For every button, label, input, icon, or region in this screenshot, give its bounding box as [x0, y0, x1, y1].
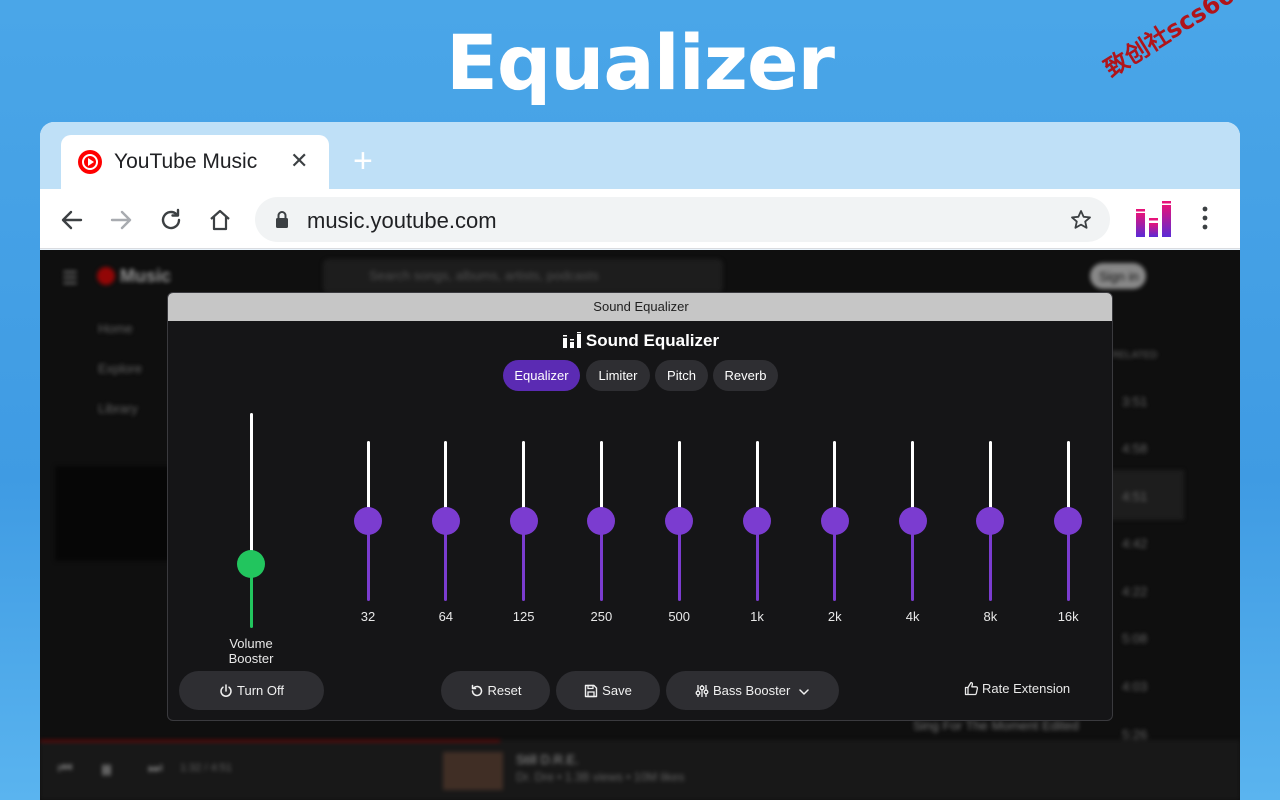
yt-thumbnail — [55, 466, 175, 561]
reset-icon — [471, 684, 482, 697]
yt-search-placeholder: Search songs, albums, artists, podcasts — [369, 268, 599, 283]
band-label: 500 — [668, 609, 691, 624]
tab-close-icon[interactable]: ✕ — [290, 148, 308, 174]
yt-player-bar: ⏮ ⏸ ⏭ 1:32 / 4:51 Still D.R.E. Dr. Dre •… — [40, 740, 1240, 800]
tab-pitch[interactable]: Pitch — [655, 360, 708, 391]
yt-sign-in: Sign in — [1090, 263, 1146, 289]
band-label: 125 — [512, 609, 535, 624]
turn-off-button[interactable]: Turn Off — [179, 671, 324, 710]
rate-extension-link[interactable]: Rate Extension — [964, 681, 1070, 696]
yt-duration: 4:03 — [1122, 679, 1148, 694]
new-tab-button[interactable]: + — [353, 144, 373, 178]
band-label: 1k — [750, 609, 764, 624]
youtube-music-icon — [78, 150, 102, 174]
band-label: 32 — [360, 609, 376, 624]
yt-search-box: Search songs, albums, artists, podcasts — [323, 259, 723, 293]
chevron-down-icon — [799, 689, 809, 695]
equalizer-extension-icon[interactable] — [1134, 201, 1174, 244]
band-thumb[interactable] — [743, 507, 771, 535]
band-thumb[interactable] — [587, 507, 616, 535]
band-label: 4k — [905, 609, 920, 624]
yt-prev-icon: ⏮ — [58, 760, 73, 777]
yt-time: 1:32 / 4:51 — [180, 762, 232, 774]
yt-related-header: RELATED — [1112, 350, 1158, 361]
save-icon — [584, 684, 598, 698]
yt-song-title: Still D.R.E. — [516, 752, 579, 767]
tab-title: YouTube Music — [114, 150, 258, 173]
yt-sidebar-library: Library — [98, 401, 138, 416]
yt-duration: 4:58 — [1122, 441, 1148, 456]
tab-equalizer[interactable]: Equalizer — [503, 360, 580, 391]
youtube-music-page: ☰ Music Search songs, albums, artists, p… — [40, 250, 1240, 800]
yt-sidebar-explore: Explore — [98, 361, 143, 376]
yt-sidebar-home: Home — [98, 321, 133, 336]
browser-menu-icon[interactable] — [1200, 205, 1210, 236]
forward-icon[interactable] — [103, 202, 139, 238]
address-bar[interactable]: music.youtube.com — [255, 197, 1110, 242]
volume-booster-label: Volume Booster — [228, 636, 274, 666]
band-thumb[interactable] — [976, 507, 1005, 535]
band-label: 250 — [590, 609, 613, 624]
yt-song-meta: Dr. Dre • 1.3B views • 10M likes — [516, 770, 685, 784]
band-thumb[interactable] — [509, 507, 538, 535]
yt-progress — [40, 740, 500, 742]
bookmark-star-icon[interactable] — [1069, 208, 1093, 237]
hero-title: Equalizer — [445, 18, 835, 107]
tab-reverb[interactable]: Reverb — [713, 360, 778, 391]
equalizer-window: Sound Equalizer Sound Equalizer Equalize… — [167, 292, 1113, 721]
band-thumb[interactable] — [820, 507, 849, 535]
band-thumb[interactable] — [665, 507, 694, 535]
band-label: 64 — [438, 609, 454, 624]
bass-booster-dropdown[interactable]: Bass Booster — [666, 671, 839, 710]
tab-strip: YouTube Music ✕ + — [40, 122, 1240, 189]
browser-toolbar: music.youtube.com — [40, 189, 1240, 249]
power-icon — [220, 684, 232, 697]
tab-youtube-music[interactable]: YouTube Music ✕ — [61, 135, 329, 189]
yt-duration: 4:51 — [1122, 489, 1148, 504]
equalizer-heading: Sound Equalizer — [168, 331, 1112, 353]
yt-next-icon: ⏭ — [148, 760, 163, 777]
band-thumb[interactable] — [898, 507, 927, 535]
equalizer-logo-icon — [562, 332, 581, 353]
browser-window: YouTube Music ✕ + music.youtube.com ☰ Mu… — [40, 122, 1240, 800]
yt-album-art — [443, 752, 503, 790]
equalizer-titlebar: Sound Equalizer — [168, 293, 1112, 321]
url-text: music.youtube.com — [307, 208, 497, 233]
volume-track-upper — [249, 413, 253, 564]
yt-menu-icon: ☰ — [62, 268, 79, 288]
thumbs-up-icon — [964, 681, 979, 696]
yt-logo-text: Music — [120, 266, 172, 286]
band-thumb[interactable] — [1054, 507, 1083, 535]
band-label: 8k — [983, 609, 998, 624]
yt-pause-icon: ⏸ — [100, 754, 114, 784]
back-icon[interactable] — [54, 202, 90, 238]
band-label: 16k — [1057, 609, 1079, 624]
band-thumb[interactable] — [354, 507, 382, 535]
band-thumb[interactable] — [431, 507, 460, 535]
home-icon[interactable] — [202, 202, 238, 238]
yt-duration: 4:42 — [1122, 536, 1148, 551]
reset-button[interactable]: Reset — [441, 671, 550, 710]
sliders-icon — [695, 685, 709, 697]
band-label: 2k — [827, 609, 842, 624]
lock-icon — [274, 210, 290, 235]
yt-duration: 3:51 — [1122, 394, 1148, 409]
yt-duration: 5:08 — [1122, 631, 1148, 646]
volume-thumb[interactable] — [237, 549, 265, 578]
equalizer-heading-text: Sound Equalizer — [585, 331, 720, 350]
reload-icon[interactable] — [153, 202, 189, 238]
yt-duration: 4:22 — [1122, 584, 1148, 599]
save-button[interactable]: Save — [556, 671, 660, 710]
yt-logo-icon — [97, 267, 115, 285]
tab-limiter[interactable]: Limiter — [586, 360, 650, 391]
